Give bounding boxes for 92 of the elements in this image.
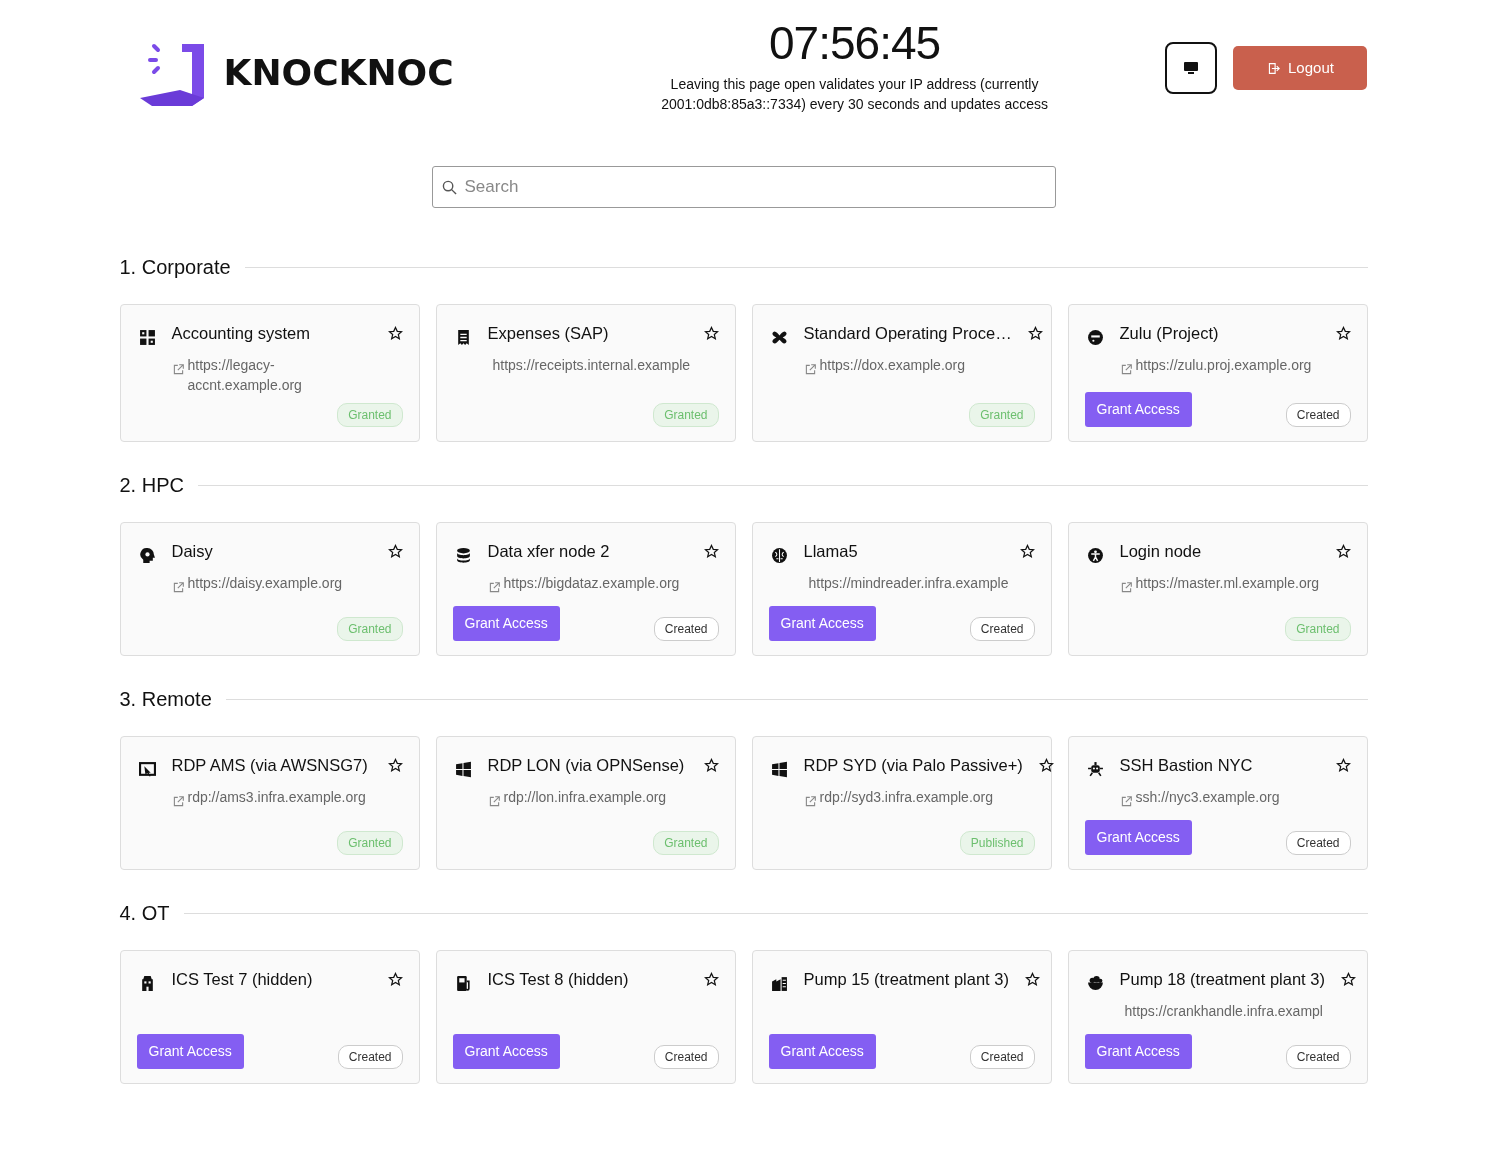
star-icon[interactable] — [1038, 758, 1054, 774]
database-icon — [454, 547, 472, 565]
monitor-cursor-icon — [138, 761, 156, 779]
robot-icon — [1086, 761, 1104, 779]
status-badge: Created — [1285, 403, 1351, 427]
grant-access-button[interactable]: Grant Access — [452, 605, 560, 641]
star-icon[interactable] — [703, 326, 719, 342]
app-title: Pump 15 (treatment plant 3) — [803, 969, 1009, 990]
monitor-icon — [1183, 60, 1200, 76]
status-badge: Published — [959, 831, 1035, 855]
app-title: Login node — [1119, 541, 1203, 562]
app-url[interactable]: https://dox.example.org — [819, 355, 966, 375]
status-badge: Granted — [337, 617, 403, 641]
star-icon[interactable] — [703, 758, 719, 774]
app-url[interactable]: https://legacy-accnt.example.org — [187, 355, 368, 395]
app-title: ICS Test 8 (hidden) — [487, 969, 630, 990]
display-button[interactable] — [1165, 42, 1218, 94]
app-url[interactable]: ssh://nyc3.example.org — [1135, 787, 1280, 807]
app-title: Pump 18 (treatment plant 3) — [1119, 969, 1325, 990]
grant-access-button[interactable]: Grant Access — [768, 605, 876, 641]
section-title: 2. HPC — [119, 473, 184, 498]
app-url[interactable]: rdp://syd3.infra.example.org — [819, 787, 994, 807]
app-title: Accounting system — [171, 323, 311, 344]
star-icon[interactable] — [387, 326, 403, 342]
status-badge: Created — [969, 1045, 1035, 1069]
status-badge: Granted — [653, 831, 719, 855]
bowl-icon — [1086, 975, 1104, 993]
logout-icon — [1267, 61, 1281, 75]
star-icon[interactable] — [1340, 972, 1356, 988]
app-url[interactable]: https://receipts.internal.example — [492, 355, 691, 375]
app-title: Standard Operating Proce… — [803, 323, 1012, 344]
app-title: RDP LON (via OPNSense) — [487, 755, 686, 776]
star-icon[interactable] — [703, 544, 719, 560]
app-title: Expenses (SAP) — [487, 323, 610, 344]
app-title: RDP AMS (via AWSNSG7) — [171, 755, 369, 776]
status-badge: Granted — [337, 831, 403, 855]
app-title: Zulu (Project) — [1119, 323, 1220, 344]
app-title: RDP SYD (via Palo Passive+) — [803, 755, 1023, 776]
fuel-pump-icon — [454, 975, 472, 993]
star-icon[interactable] — [703, 972, 719, 988]
grant-access-button[interactable]: Grant Access — [1084, 1033, 1192, 1069]
logo-text: KNOCKNOC — [223, 51, 454, 95]
app-url[interactable]: https://crankhandle.infra.exampl — [1124, 1001, 1323, 1021]
star-icon[interactable] — [387, 972, 403, 988]
factory-icon — [770, 975, 788, 993]
ip-notice: Leaving this page open validates your IP address (currently 2001:0db8:85a3::7334) every 30 seconds and updates access — [660, 75, 1049, 114]
grant-access-button[interactable]: Grant Access — [1084, 819, 1192, 855]
star-icon[interactable] — [387, 758, 403, 774]
grant-access-button[interactable]: Grant Access — [136, 1033, 244, 1069]
app-title: Daisy — [171, 541, 214, 562]
status-badge: Created — [653, 1045, 719, 1069]
app-url[interactable]: rdp://ams3.infra.example.org — [187, 787, 366, 807]
windows-icon — [770, 761, 788, 779]
section-title: 1. Corporate — [119, 255, 231, 280]
star-icon[interactable] — [1024, 972, 1040, 988]
app-title: Llama5 — [803, 541, 859, 562]
app-url[interactable]: https://master.ml.example.org — [1135, 573, 1316, 593]
grid-icon — [138, 329, 156, 347]
star-icon[interactable] — [1335, 326, 1351, 342]
app-title: Data xfer node 2 — [487, 541, 611, 562]
head-gear-icon — [138, 547, 156, 565]
status-badge: Granted — [337, 403, 403, 427]
grant-access-button[interactable]: Grant Access — [1084, 391, 1192, 427]
star-icon[interactable] — [1027, 326, 1043, 342]
status-badge: Created — [337, 1045, 403, 1069]
section-title: 3. Remote — [119, 687, 212, 712]
status-badge: Granted — [969, 403, 1035, 427]
status-badge: Created — [1285, 1045, 1351, 1069]
clock-time: 07:56:45 — [769, 20, 941, 66]
status-badge: Created — [969, 617, 1035, 641]
star-icon[interactable] — [1019, 544, 1035, 560]
star-icon[interactable] — [387, 544, 403, 560]
grant-access-button[interactable]: Grant Access — [452, 1033, 560, 1069]
person-icon — [1086, 547, 1104, 565]
search-field[interactable]: Search — [431, 166, 1056, 208]
logout-button[interactable]: Logout — [1233, 46, 1368, 90]
app-url[interactable]: https://daisy.example.org — [187, 573, 343, 593]
star-icon[interactable] — [1335, 544, 1351, 560]
grant-access-button[interactable]: Grant Access — [768, 1033, 876, 1069]
app-url[interactable]: rdp://lon.infra.example.org — [503, 787, 667, 807]
status-badge: Created — [1285, 831, 1351, 855]
app-url[interactable]: https://zulu.proj.example.org — [1135, 355, 1312, 375]
app-title: SSH Bastion NYC — [1119, 755, 1254, 776]
section-title: 4. OT — [119, 901, 170, 926]
status-badge: Granted — [1285, 617, 1351, 641]
status-badge: Granted — [653, 403, 719, 427]
windows-icon — [454, 761, 472, 779]
status-badge: Created — [653, 617, 719, 641]
app-url[interactable]: https://bigdataz.example.org — [503, 573, 680, 593]
app-title: ICS Test 7 (hidden) — [171, 969, 314, 990]
star-icon[interactable] — [1335, 758, 1351, 774]
app-url[interactable]: https://mindreader.infra.example — [808, 573, 1009, 593]
